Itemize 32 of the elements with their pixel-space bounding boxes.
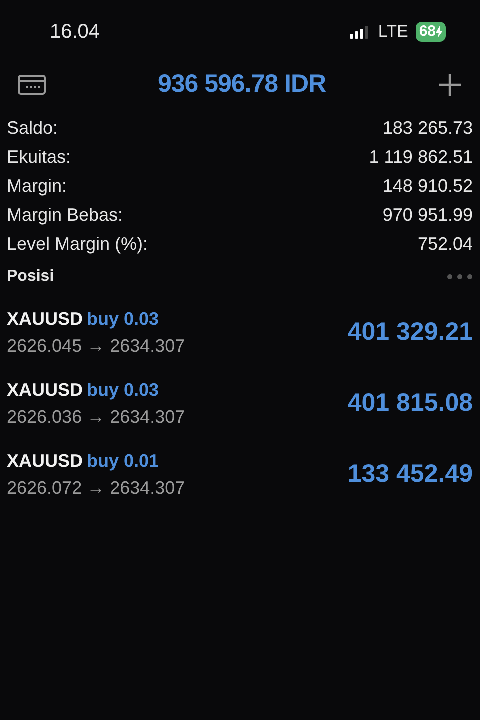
symbol-label: XAUUSD <box>7 450 84 472</box>
balance-title: 936 596.78 IDR <box>158 69 326 100</box>
add-icon[interactable] <box>438 72 462 97</box>
account-label: Margin Bebas: <box>7 204 124 227</box>
card-icon[interactable] <box>18 74 46 95</box>
signal-icon <box>350 26 370 40</box>
account-value: 148 910.52 <box>382 175 473 198</box>
profit-value: 401 329.21 <box>348 316 473 348</box>
section-title: Posisi <box>7 267 54 287</box>
account-value: 1 119 862.51 <box>369 146 473 169</box>
price-range: 2626.072 → 2634.307 <box>7 476 186 500</box>
price-range: 2626.036 → 2634.307 <box>7 406 186 428</box>
profit-value: 401 815.08 <box>348 388 473 419</box>
account-label: Ekuitas: <box>7 146 72 169</box>
symbol-label: XAUUSD <box>7 308 84 330</box>
account-label: Level Margin (%): <box>7 233 148 256</box>
account-value: 970 951.99 <box>382 204 473 227</box>
symbol-label: XAUUSD <box>7 378 84 402</box>
clock-time: 16.04 <box>50 20 100 45</box>
profit-value: 133 452.49 <box>348 458 473 490</box>
account-label: Margin: <box>7 175 68 198</box>
charging-icon <box>436 26 443 38</box>
order-side: buy 0.03 <box>87 378 160 402</box>
order-side: buy 0.03 <box>87 308 160 331</box>
network-label: LTE <box>378 21 408 44</box>
price-range: 2626.045 → 2634.307 <box>7 334 186 358</box>
account-value: 752.04 <box>418 233 473 256</box>
order-side: buy 0.01 <box>87 450 160 473</box>
battery-level: 68 <box>416 22 446 42</box>
more-icon[interactable] <box>447 274 473 280</box>
account-label: Saldo: <box>7 117 58 140</box>
account-value: 183 265.73 <box>382 117 473 140</box>
